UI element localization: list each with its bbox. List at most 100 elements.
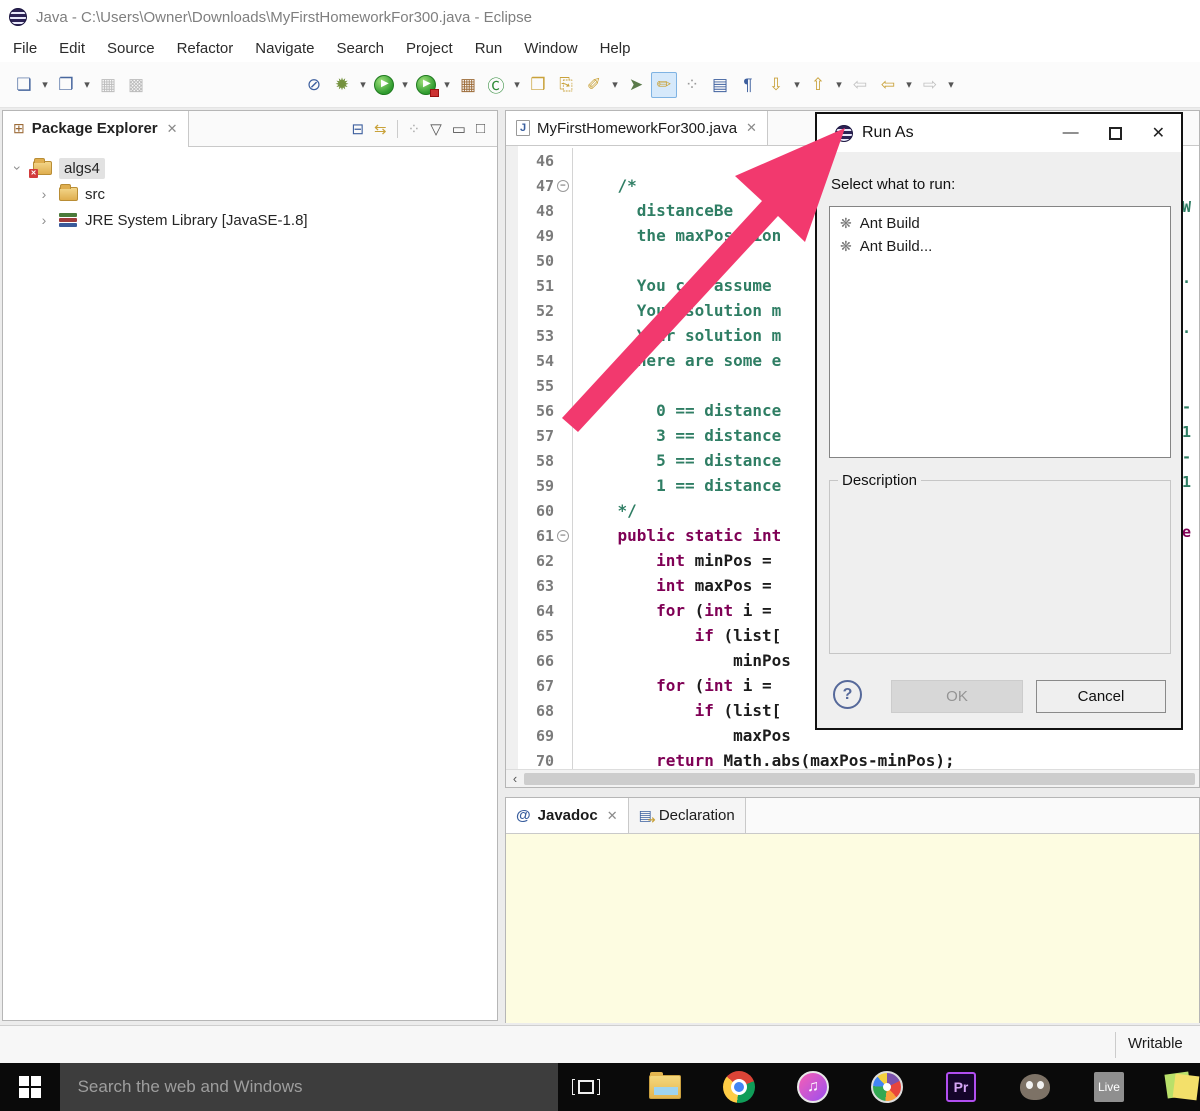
new-wizard-icon[interactable]: ❏ <box>11 72 37 98</box>
cancel-button[interactable]: Cancel <box>1036 680 1166 713</box>
maximize-icon[interactable]: □ <box>476 120 485 137</box>
editor-tab[interactable]: J MyFirstHomeworkFor300.java ✕ <box>506 111 768 145</box>
close-icon[interactable]: ✕ <box>1152 123 1165 143</box>
fold-collapse-icon[interactable]: − <box>557 530 569 542</box>
close-icon[interactable]: ✕ <box>746 120 757 136</box>
declaration-tab[interactable]: ▤➜ Declaration <box>629 798 746 833</box>
tree-item-label: algs4 <box>59 158 105 179</box>
menu-refactor[interactable]: Refactor <box>166 36 245 61</box>
tree-item-src[interactable]: ›src <box>3 181 497 207</box>
main-toolbar: ❏▾❐▾▦▩⊘✹▾▾▾▦Ⓒ▾❒⎘✐▾➤✏⁘▤¶⇩▾⇧▾⇦⇦▾⇨▾ <box>0 62 1200 108</box>
menu-search[interactable]: Search <box>325 36 395 61</box>
ok-button[interactable]: OK <box>891 680 1023 713</box>
menu-project[interactable]: Project <box>395 36 464 61</box>
debug-icon[interactable]: ✹ <box>329 72 355 98</box>
minimize-icon[interactable]: — <box>1063 124 1079 142</box>
package-explorer-tab[interactable]: ⊞ Package Explorer ✕ <box>3 111 189 147</box>
run-options-list[interactable]: ❋Ant Build❋Ant Build... <box>829 206 1171 458</box>
dropdown-arrow-icon[interactable]: ▾ <box>944 72 958 98</box>
skip-breakpoints-icon[interactable]: ⊘ <box>301 72 327 98</box>
horizontal-scrollbar[interactable]: ‹ <box>506 769 1199 787</box>
chevron-right-icon[interactable]: › <box>37 212 51 228</box>
menu-run[interactable]: Run <box>464 36 514 61</box>
run-option-ant-build-[interactable]: ❋Ant Build... <box>830 235 1170 258</box>
new-java-project-icon[interactable]: ❐ <box>53 72 79 98</box>
external-annotations-icon[interactable]: ➤ <box>623 72 649 98</box>
save-all-icon[interactable]: ▩ <box>123 72 149 98</box>
menu-edit[interactable]: Edit <box>48 36 96 61</box>
start-button[interactable] <box>0 1063 60 1111</box>
eclipse-logo-icon <box>9 8 27 26</box>
run-icon[interactable] <box>371 72 397 98</box>
next-annotation-icon[interactable]: ⇩ <box>763 72 789 98</box>
build-icon[interactable]: ⁘ <box>679 72 705 98</box>
chevron-right-icon[interactable]: › <box>37 186 51 202</box>
last-edit-location-icon[interactable]: ⇦ <box>847 72 873 98</box>
dropdown-arrow-icon[interactable]: ▾ <box>356 72 370 98</box>
dropdown-arrow-icon[interactable]: ▾ <box>510 72 524 98</box>
coverage-icon <box>416 75 436 95</box>
view-menu-icon[interactable]: ⁘ <box>408 120 421 138</box>
new-class-icon[interactable]: Ⓒ <box>483 72 509 98</box>
collapse-all-icon[interactable]: ⊟ <box>351 120 364 138</box>
new-java-ee-project-icon[interactable]: ▦ <box>455 72 481 98</box>
taskbar-itunes-icon[interactable]: ♫ <box>796 1070 830 1104</box>
dropdown-arrow-icon[interactable]: ▾ <box>832 72 846 98</box>
taskbar-picasa-icon[interactable] <box>870 1070 904 1104</box>
scrollbar-thumb[interactable] <box>524 773 1195 785</box>
help-button[interactable]: ? <box>833 680 862 709</box>
show-source-icon[interactable]: ▤ <box>707 72 733 98</box>
menu-help[interactable]: Help <box>589 36 642 61</box>
chevron-down-icon[interactable]: › <box>10 161 26 175</box>
run-option-ant-build[interactable]: ❋Ant Build <box>830 212 1170 235</box>
view-dropdown-icon[interactable]: ▽ <box>430 120 442 138</box>
menu-window[interactable]: Window <box>513 36 588 61</box>
maximize-icon[interactable] <box>1109 127 1122 140</box>
back-icon[interactable]: ⇦ <box>875 72 901 98</box>
minimize-icon[interactable]: ▭ <box>452 120 466 138</box>
dropdown-arrow-icon[interactable]: ▾ <box>902 72 916 98</box>
dropdown-arrow-icon[interactable]: ▾ <box>38 72 52 98</box>
dropdown-arrow-icon[interactable]: ▾ <box>608 72 622 98</box>
taskbar-chrome-icon[interactable] <box>722 1070 756 1104</box>
tree-item-algs4[interactable]: ›✕algs4 <box>3 155 497 181</box>
menu-source[interactable]: Source <box>96 36 166 61</box>
declaration-tab-label: Declaration <box>659 807 735 824</box>
save-icon[interactable]: ▦ <box>95 72 121 98</box>
close-icon[interactable]: ✕ <box>607 808 618 824</box>
tree-item-jre[interactable]: ›JRE System Library [JavaSE-1.8] <box>3 207 497 233</box>
search-icon[interactable]: ✐ <box>581 72 607 98</box>
open-type-icon[interactable]: ❒ <box>525 72 551 98</box>
menu-navigate[interactable]: Navigate <box>244 36 325 61</box>
javadoc-icon: @ <box>516 807 531 824</box>
fold-collapse-icon[interactable]: − <box>557 180 569 192</box>
mark-occurrences-icon[interactable]: ✏ <box>651 72 677 98</box>
forward-icon[interactable]: ⇨ <box>917 72 943 98</box>
menu-file[interactable]: File <box>2 36 48 61</box>
taskbar-search-input[interactable] <box>60 1063 559 1111</box>
open-task-icon[interactable]: ⎘ <box>553 72 579 98</box>
dialog-title-bar[interactable]: Run As — ✕ <box>817 114 1181 152</box>
link-with-editor-icon[interactable]: ⇆ <box>374 120 387 138</box>
dropdown-arrow-icon[interactable]: ▾ <box>440 72 454 98</box>
taskbar-live-icon[interactable]: Live <box>1092 1070 1126 1104</box>
dropdown-arrow-icon[interactable]: ▾ <box>790 72 804 98</box>
javadoc-tab-label: Javadoc <box>538 807 598 824</box>
previous-annotation-icon[interactable]: ⇧ <box>805 72 831 98</box>
line-number: 56 <box>506 402 554 420</box>
taskbar-explorer-icon[interactable] <box>648 1070 682 1104</box>
dropdown-arrow-icon[interactable]: ▾ <box>398 72 412 98</box>
taskbar-premiere-icon[interactable]: Pr <box>944 1070 978 1104</box>
scroll-left-icon[interactable]: ‹ <box>506 771 524 786</box>
coverage-icon[interactable] <box>413 72 439 98</box>
show-whitespace-icon[interactable]: ¶ <box>735 72 761 98</box>
task-view-button[interactable] <box>558 1063 614 1111</box>
dropdown-arrow-icon[interactable]: ▾ <box>80 72 94 98</box>
javadoc-tab[interactable]: @ Javadoc ✕ <box>506 798 629 833</box>
package-explorer-header: ⊞ Package Explorer ✕ ⊟ ⇆ ⁘ ▽ ▭ □ <box>3 111 497 147</box>
taskbar-notes-icon[interactable] <box>1166 1070 1200 1104</box>
close-icon[interactable]: ✕ <box>167 121 178 137</box>
line-number: 48 <box>506 202 554 220</box>
taskbar-gimp-icon[interactable] <box>1018 1070 1052 1104</box>
line-number: 51 <box>506 277 554 295</box>
